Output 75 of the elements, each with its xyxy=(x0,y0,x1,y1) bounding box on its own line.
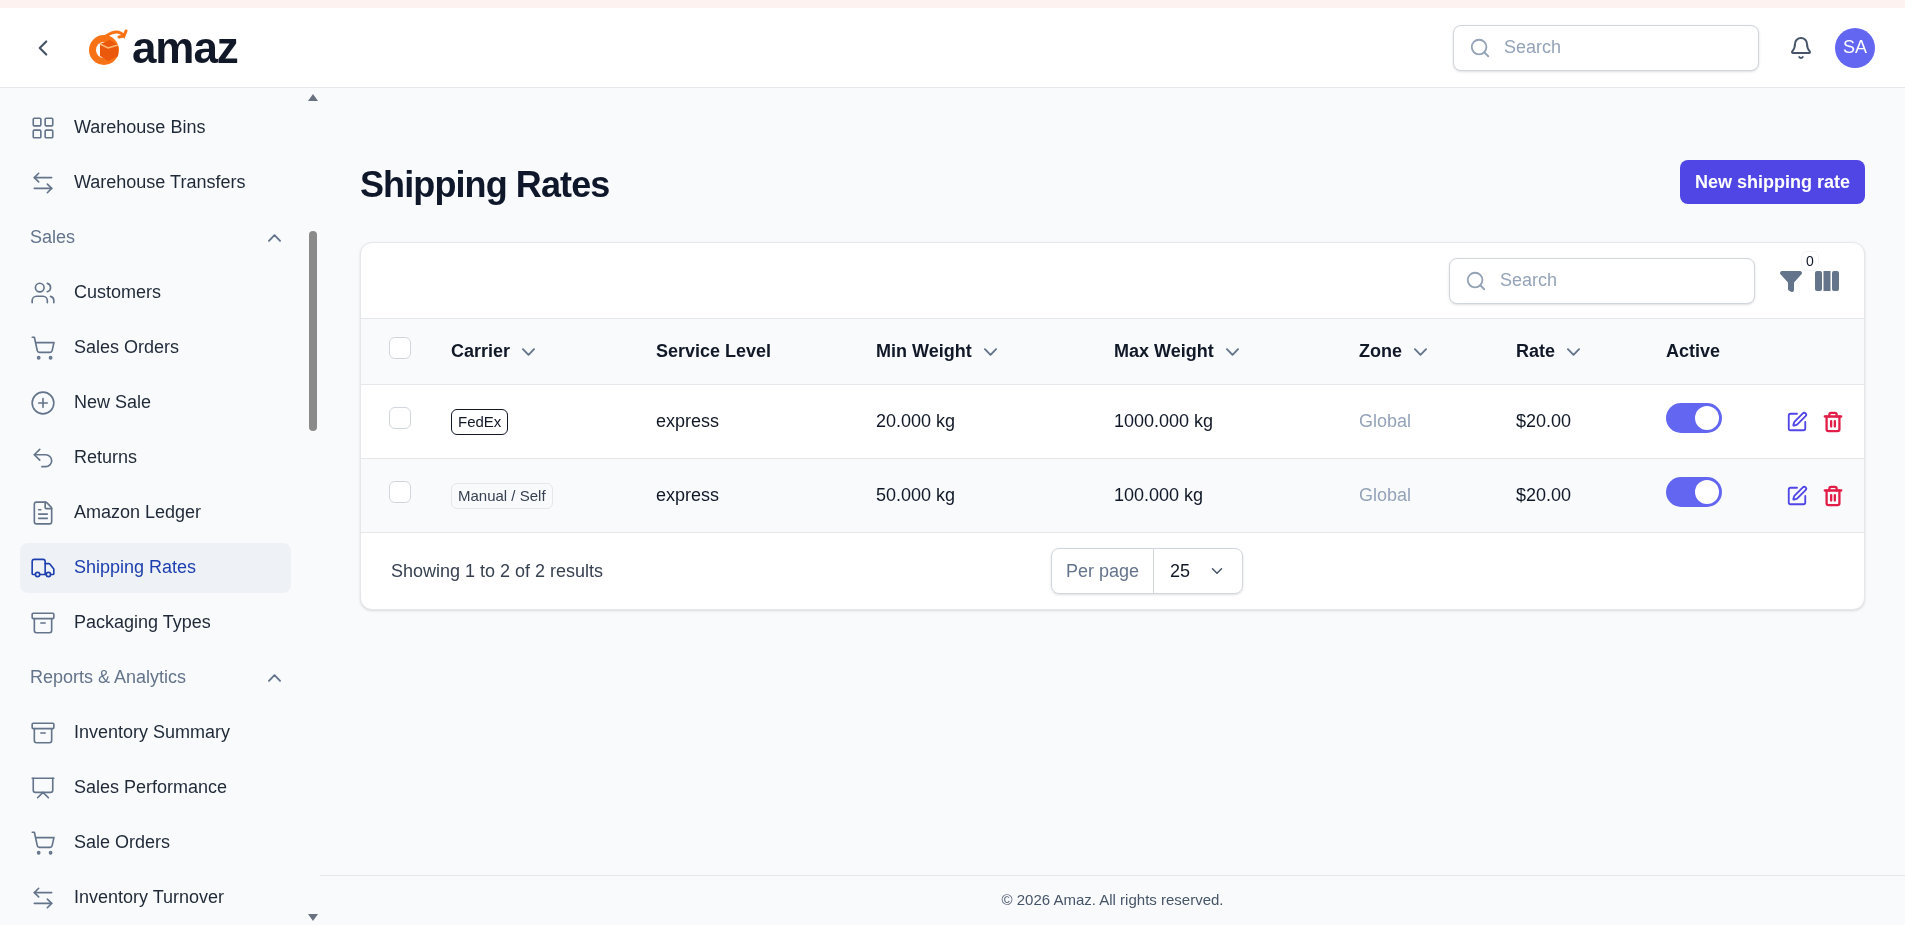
checkbox[interactable] xyxy=(389,406,411,429)
checkbox[interactable] xyxy=(389,480,411,503)
search-icon xyxy=(1465,269,1487,292)
carrier-tag: FedEx xyxy=(451,408,509,436)
chevron-up-icon xyxy=(268,673,281,682)
sortable-column-header[interactable]: Min Weight xyxy=(876,338,997,365)
sidebar-section-title: Sales xyxy=(30,226,76,249)
table-cell: 20.000 kg xyxy=(876,411,956,431)
collapse-toggle[interactable] xyxy=(268,233,281,242)
delete-icon[interactable] xyxy=(1822,484,1844,507)
cart-icon xyxy=(30,829,56,856)
filter-icon[interactable] xyxy=(1779,268,1803,293)
sort-chevron-icon xyxy=(983,347,997,356)
sidebar-section-title: Reports & Analytics xyxy=(30,666,187,689)
sidebar-item[interactable]: Sale Orders xyxy=(20,817,291,868)
sortable-column-header[interactable]: Rate xyxy=(1516,338,1580,365)
search-icon xyxy=(1469,36,1491,59)
cart-icon xyxy=(30,334,56,361)
table-cell: express xyxy=(656,411,720,431)
results-summary: Showing 1 to 2 of 2 results xyxy=(391,559,605,583)
active-toggle[interactable] xyxy=(1666,402,1722,433)
sortable-column-header[interactable]: Max Weight xyxy=(1114,338,1239,365)
columns-icon[interactable] xyxy=(1815,270,1839,291)
archive-box-icon xyxy=(30,719,56,746)
sort-chevron-icon xyxy=(1414,347,1427,356)
carrier-tag: Manual / Self xyxy=(451,482,553,510)
delete-icon[interactable] xyxy=(1822,410,1844,433)
archive-box-icon xyxy=(30,609,56,636)
column-header: Service Level xyxy=(656,341,772,361)
chevron-up-icon xyxy=(268,233,281,242)
sortable-column-header[interactable]: Zone xyxy=(1359,338,1427,365)
sidebar-item[interactable]: Packaging Types xyxy=(20,597,291,648)
notification-bell-icon[interactable] xyxy=(1789,35,1813,60)
filter-count-badge: 0 xyxy=(1801,250,1819,271)
table-cell: 100.000 kg xyxy=(1114,485,1204,505)
user-avatar[interactable]: SA xyxy=(1835,27,1875,68)
copyright-text: © 2026 Amaz. All rights reserved. xyxy=(1001,890,1224,911)
sidebar-item[interactable]: Sales Performance xyxy=(20,762,291,813)
active-toggle[interactable] xyxy=(1666,476,1722,507)
table-cell: 1000.000 kg xyxy=(1114,411,1214,431)
table-cell: $20.00 xyxy=(1516,485,1572,505)
users-icon xyxy=(30,279,56,306)
sidebar-item[interactable]: Sales Orders xyxy=(20,322,291,373)
grid-icon xyxy=(30,114,56,141)
table-cell: $20.00 xyxy=(1516,411,1572,431)
sort-chevron-icon xyxy=(522,347,536,356)
sort-chevron-icon xyxy=(1225,347,1239,356)
sidebar-item[interactable]: Customers xyxy=(20,267,291,318)
sidebar-item[interactable]: Warehouse Bins xyxy=(20,102,291,153)
table-cell: express xyxy=(656,485,720,505)
collapse-toggle[interactable] xyxy=(268,673,281,682)
logo-text: amaz xyxy=(132,25,238,70)
logo-icon xyxy=(86,27,128,68)
sidebar-item[interactable]: Warehouse Transfers xyxy=(20,157,291,208)
sidebar-item[interactable]: Amazon Ledger xyxy=(20,487,291,538)
table-cell: Global xyxy=(1359,485,1412,505)
sidebar-item[interactable]: New Sale xyxy=(20,377,291,428)
sidebar-item[interactable]: Returns xyxy=(20,432,291,483)
edit-icon[interactable] xyxy=(1786,484,1808,507)
sidebar-item[interactable]: Inventory Turnover xyxy=(20,872,291,923)
sort-chevron-icon xyxy=(1567,347,1580,356)
chart-board-icon xyxy=(30,774,56,801)
new-shipping-rate-button[interactable]: New shipping rate xyxy=(1679,160,1865,204)
column-header: Active xyxy=(1666,341,1721,361)
sidebar-item[interactable]: Shipping Rates xyxy=(20,542,291,593)
plus-circle-icon xyxy=(30,389,56,416)
search-field[interactable]: Search xyxy=(1453,24,1759,71)
sortable-column-header[interactable]: Carrier xyxy=(451,338,536,365)
sidebar-item[interactable]: Inventory Summary xyxy=(20,707,291,758)
table-cell: 50.000 kg xyxy=(876,485,956,505)
table-cell: Global xyxy=(1359,411,1412,431)
page-title: Shipping Rates xyxy=(360,163,610,207)
edit-icon[interactable] xyxy=(1786,410,1808,433)
table-search-field[interactable]: Search xyxy=(1449,257,1755,304)
checkbox[interactable] xyxy=(389,336,411,359)
